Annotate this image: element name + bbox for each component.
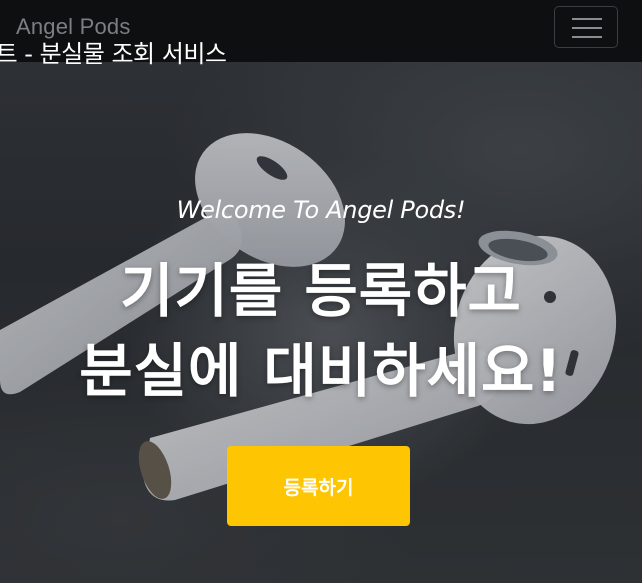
welcome-subheading: Welcome To Angel Pods! (176, 196, 466, 224)
register-button[interactable]: 등록하기 (227, 446, 410, 526)
hamburger-menu-icon[interactable] (554, 6, 618, 48)
page-caption: 젝트 - 분실물 조회 서비스 (0, 40, 227, 68)
hero-headline-line1: 기기를 등록하고 (120, 257, 522, 325)
hero-headline-line2: 분실에 대비하세요! (79, 337, 563, 405)
